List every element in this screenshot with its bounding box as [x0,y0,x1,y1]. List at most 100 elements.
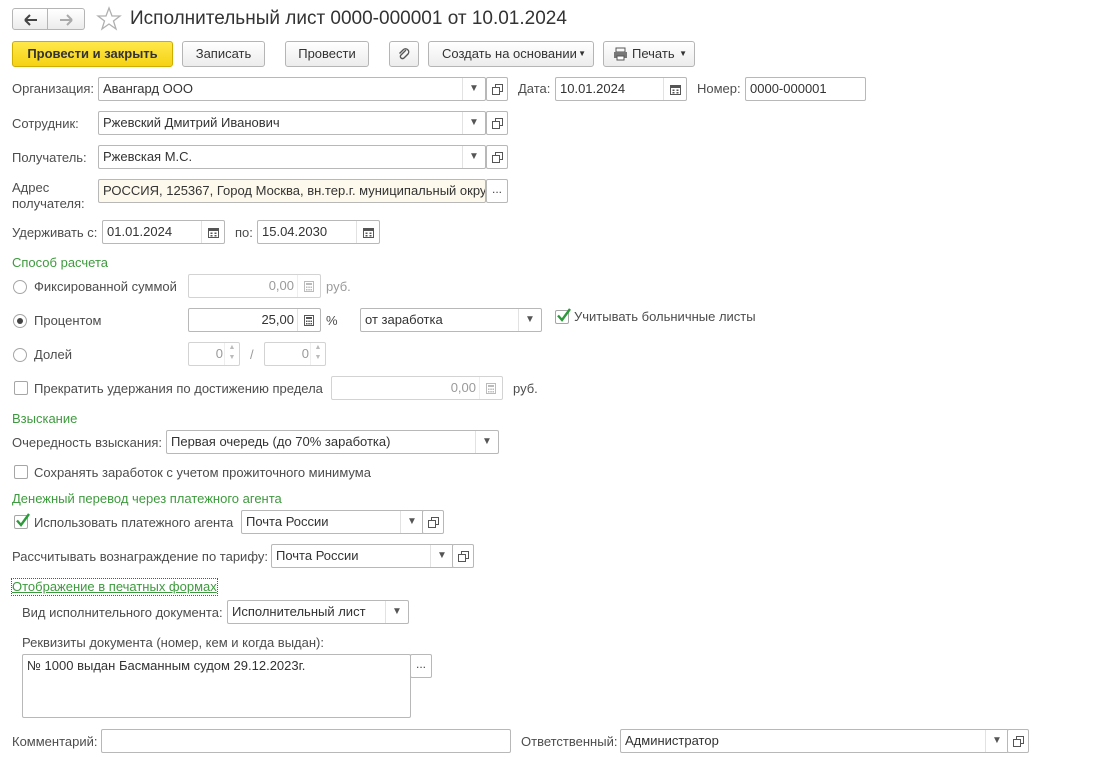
limit-unit: руб. [513,381,538,396]
address-label: Адрес получателя: [12,180,85,211]
use-agent-label: Использовать платежного агента [34,515,234,530]
nav-forward-button[interactable] [48,8,85,30]
checkmark-icon [16,513,30,527]
dropdown-arrow-icon[interactable]: ▼ [462,112,485,134]
percent-field[interactable]: 25,00 [188,308,321,332]
calendar-icon[interactable] [356,221,379,243]
print-forms-link[interactable]: Отображение в печатных формах [11,578,218,596]
sick-leave-label: Учитывать больничные листы [574,309,756,324]
priority-select[interactable]: Первая очередь (до 70% заработка) ▼ [166,430,499,454]
create-based-on-button[interactable]: Создать на основании ▼ [428,41,594,67]
sick-leave-checkbox[interactable] [555,308,571,324]
comment-input[interactable] [101,729,511,753]
post-and-close-button[interactable]: Провести и закрыть [12,41,173,67]
calendar-icon[interactable] [201,221,224,243]
number-label: Номер: [697,81,741,96]
save-button[interactable]: Записать [182,41,265,67]
withhold-to-field[interactable]: 15.04.2030 [257,220,380,244]
recipient-open-button[interactable] [486,145,508,169]
responsible-open-button[interactable] [1007,729,1029,753]
withhold-to-value: 15.04.2030 [262,224,328,239]
percent-value: 25,00 [261,312,294,327]
dropdown-arrow-icon[interactable]: ▼ [430,545,453,567]
limit-field[interactable]: 0,00 [331,376,503,400]
tariff-select[interactable]: Почта России ▼ [271,544,454,568]
keep-minimum-checkbox[interactable] [14,465,28,479]
percent-radio[interactable] [13,314,27,328]
withhold-from-value: 01.01.2024 [107,224,173,239]
calculator-icon[interactable] [297,275,320,297]
date-value: 10.01.2024 [560,81,626,96]
tariff-label: Рассчитывать вознаграждение по тарифу: [12,549,268,564]
withhold-from-label: Удерживать с: [12,225,98,240]
agent-select[interactable]: Почта России ▼ [241,510,424,534]
open-window-icon [491,117,503,129]
dropdown-arrow-icon[interactable]: ▼ [400,511,423,533]
priority-value: Первая очередь (до 70% заработка) [171,434,391,449]
tariff-open-button[interactable] [452,544,474,568]
number-field[interactable]: 0000-000001 [745,77,866,101]
dropdown-arrow-icon[interactable]: ▼ [985,730,1008,752]
dropdown-arrow-icon[interactable]: ▼ [462,146,485,168]
employee-open-button[interactable] [486,111,508,135]
fixed-sum-label: Фиксированной суммой [34,279,177,294]
dropdown-arrow-icon: ▼ [679,49,687,58]
spin-arrows-icon[interactable]: ▲ ▼ [224,343,239,365]
org-value: Авангард ООО [103,81,193,96]
nav-back-button[interactable] [12,8,48,30]
fixed-sum-field[interactable]: 0,00 [188,274,321,298]
fixed-sum-value: 0,00 [268,278,294,293]
share-denominator-field[interactable]: 0 ▲ ▼ [264,342,326,366]
print-button[interactable]: Печать ▼ [603,41,695,67]
number-value: 0000-000001 [750,81,827,96]
doc-type-label: Вид исполнительного документа: [22,605,223,620]
share-radio[interactable] [13,348,27,362]
window-title: Исполнительный лист 0000-000001 от 10.01… [130,8,567,29]
dropdown-arrow-icon[interactable]: ▼ [462,78,485,100]
calendar-icon[interactable] [663,78,686,100]
employee-value: Ржевский Дмитрий Иванович [103,115,280,130]
favorite-star-icon[interactable] [96,6,122,35]
org-open-button[interactable] [486,77,508,101]
org-field[interactable]: Авангард ООО ▼ [98,77,486,101]
post-button[interactable]: Провести [285,41,369,67]
limit-checkbox[interactable] [14,381,28,395]
percent-unit: % [326,313,338,328]
employee-label: Сотрудник: [12,116,79,131]
details-edit-button[interactable]: ... [410,654,432,678]
limit-value: 0,00 [450,380,476,395]
share-numerator-value: 0 [215,346,223,361]
paperclip-icon [399,48,410,60]
dropdown-arrow-icon: ▼ [578,49,586,58]
fixed-sum-radio[interactable] [13,280,27,294]
spin-arrows-icon[interactable]: ▲ ▼ [310,343,325,365]
arrow-right-icon [60,14,73,26]
employee-field[interactable]: Ржевский Дмитрий Иванович ▼ [98,111,486,135]
open-window-icon [427,516,439,528]
doc-type-select[interactable]: Исполнительный лист ▼ [227,600,409,624]
address-field[interactable]: РОССИЯ, 125367, Город Москва, вн.тер.г. … [98,179,486,203]
dropdown-arrow-icon[interactable]: ▼ [475,431,498,453]
dropdown-arrow-icon[interactable]: ▼ [518,309,541,331]
collection-section-title: Взыскание [12,411,78,426]
share-numerator-field[interactable]: 0 ▲ ▼ [188,342,240,366]
calculator-icon[interactable] [479,377,502,399]
withhold-from-field[interactable]: 01.01.2024 [102,220,225,244]
use-agent-checkbox[interactable] [14,513,30,529]
share-label: Долей [34,347,72,362]
responsible-value: Администратор [625,733,719,748]
agent-open-button[interactable] [422,510,444,534]
dropdown-arrow-icon[interactable]: ▼ [385,601,408,623]
open-window-icon [457,550,469,562]
recipient-value: Ржевская М.С. [103,149,193,164]
recipient-field[interactable]: Ржевская М.С. ▼ [98,145,486,169]
org-label: Организация: [12,81,95,96]
calculator-icon[interactable] [297,309,320,331]
attach-button[interactable] [389,41,419,67]
responsible-select[interactable]: Администратор ▼ [620,729,1009,753]
address-edit-button[interactable]: ... [486,179,508,203]
percent-base-select[interactable]: от заработка ▼ [360,308,542,332]
details-textarea[interactable]: № 1000 выдан Басманным судом 29.12.2023г… [22,654,411,718]
date-field[interactable]: 10.01.2024 [555,77,687,101]
checkmark-icon [557,308,571,322]
